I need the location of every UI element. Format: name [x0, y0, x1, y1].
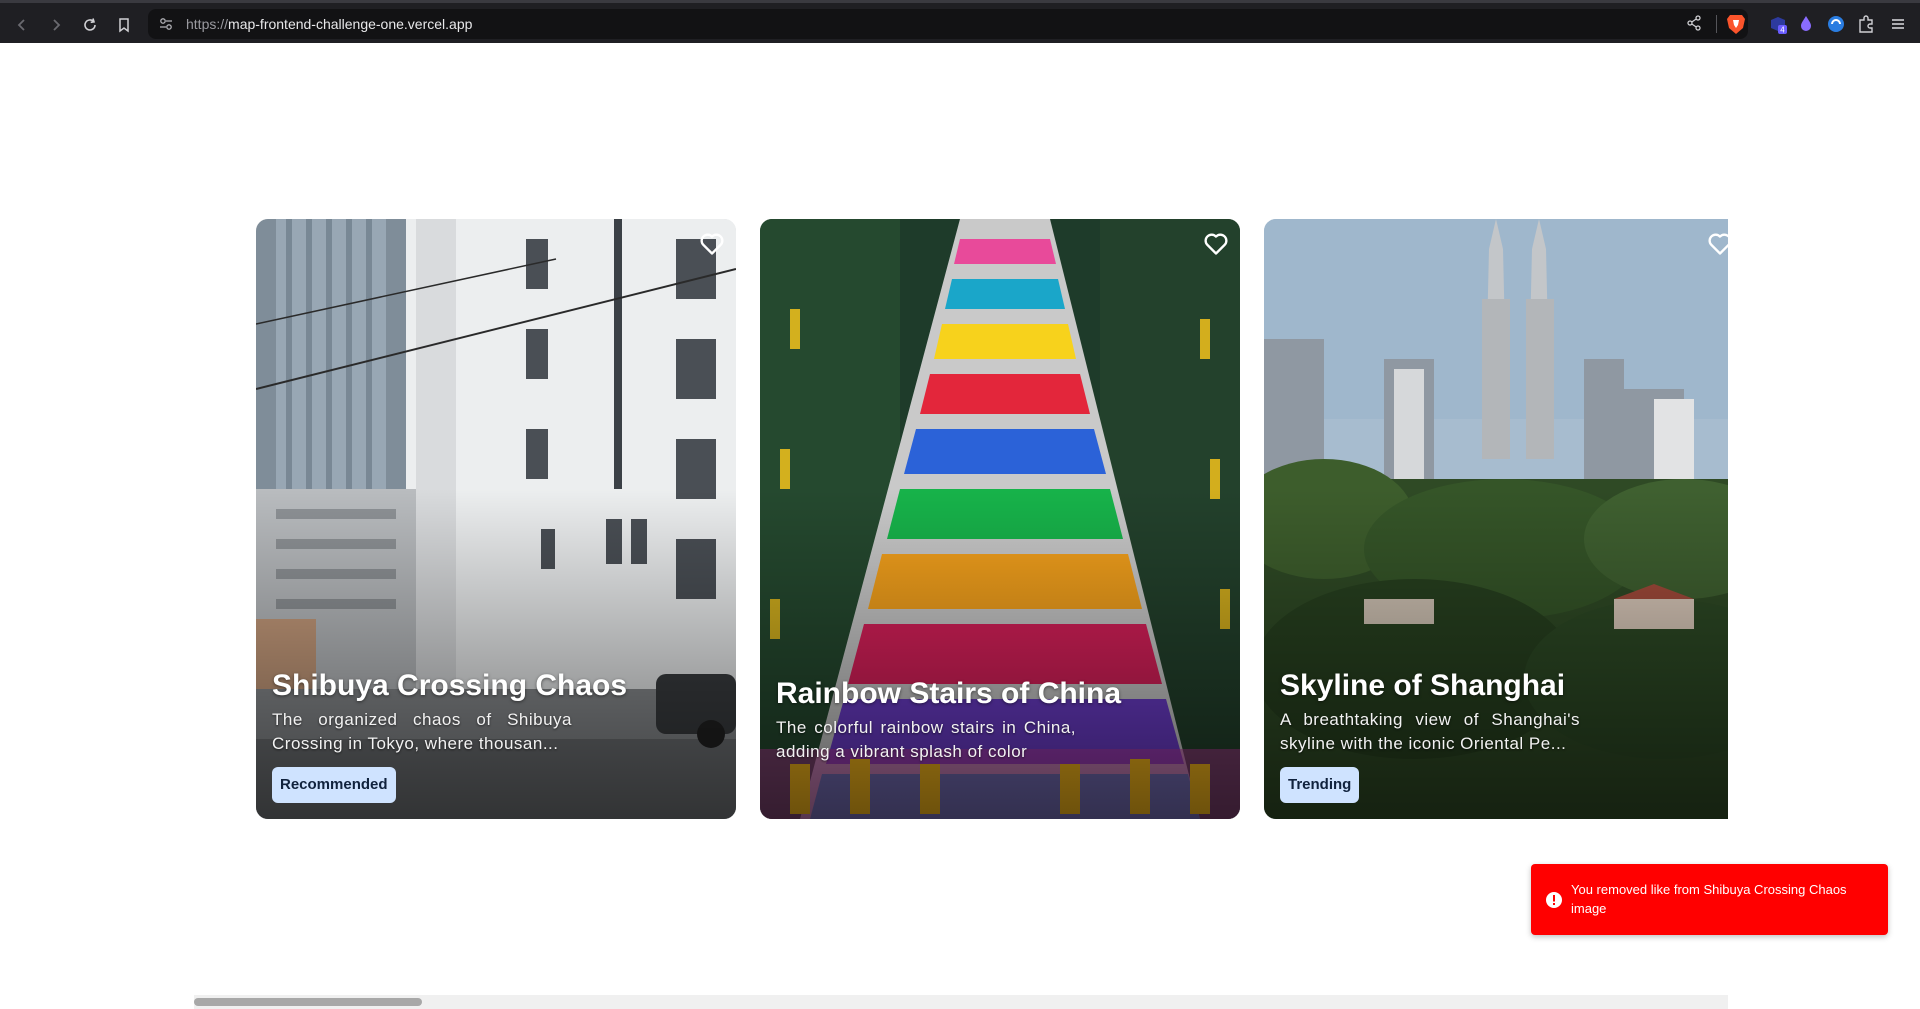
alert-icon: [1546, 892, 1562, 908]
bookmark-button[interactable]: [114, 15, 134, 35]
image-carousel[interactable]: Shibuya Crossing Chaos The organized cha…: [256, 219, 1728, 819]
browser-toolbar: https://map-frontend-challenge-one.verce…: [0, 0, 1920, 43]
horizontal-scrollbar[interactable]: [194, 995, 1728, 1009]
image-card[interactable]: Skyline of Shanghai A breathtaking view …: [1264, 219, 1728, 819]
heart-outline-icon[interactable]: [1706, 229, 1728, 257]
toast-message: You removed like from Shibuya Crossing C…: [1571, 882, 1847, 916]
image-card[interactable]: Shibuya Crossing Chaos The organized cha…: [256, 219, 736, 819]
extensions-puzzle-icon[interactable]: [1856, 14, 1876, 34]
image-card[interactable]: Rainbow Stairs of China The colorful rai…: [760, 219, 1240, 819]
card-tag: Recommended: [272, 767, 396, 803]
back-button[interactable]: [12, 15, 32, 35]
card-description: The colorful rainbow stairs in China, ad…: [776, 718, 1076, 761]
reload-button[interactable]: [80, 15, 100, 35]
toolbar-divider: [1716, 15, 1717, 33]
back-arrow-icon: [17, 19, 25, 31]
card-description: A breathtaking view of Shanghai's skylin…: [1280, 710, 1580, 753]
drop-extension-icon[interactable]: [1796, 14, 1816, 34]
brave-shields-icon[interactable]: [1726, 13, 1746, 35]
scrollbar-thumb[interactable]: [194, 998, 422, 1006]
toast-notification[interactable]: You removed like from Shibuya Crossing C…: [1531, 864, 1888, 935]
bookmark-icon: [119, 18, 129, 33]
card-title: Rainbow Stairs of China: [776, 677, 1122, 710]
card-overlay: [760, 489, 1240, 819]
site-settings-icon[interactable]: [158, 16, 174, 32]
sync-extension-icon[interactable]: [1826, 14, 1846, 34]
heart-outline-icon[interactable]: [698, 229, 726, 257]
forward-arrow-icon: [53, 19, 61, 31]
extension-badge: 4: [1780, 26, 1785, 35]
card-title: Skyline of Shanghai: [1280, 669, 1566, 702]
card-description: The organized chaos of Shibuya Crossing …: [272, 710, 572, 753]
share-icon[interactable]: [1686, 15, 1702, 31]
menu-icon[interactable]: [1888, 14, 1908, 34]
address-bar[interactable]: https://map-frontend-challenge-one.verce…: [148, 9, 1748, 39]
url-protocol: https://: [186, 16, 229, 32]
url-text[interactable]: https://map-frontend-challenge-one.verce…: [186, 16, 472, 32]
forward-button[interactable]: [46, 15, 66, 35]
heart-outline-icon[interactable]: [1202, 229, 1230, 257]
card-tag: Trending: [1280, 767, 1360, 803]
card-title: Shibuya Crossing Chaos: [272, 669, 628, 702]
extension-icon[interactable]: 4: [1768, 14, 1788, 34]
url-host: map-frontend-challenge-one.vercel.app: [228, 16, 473, 32]
reload-icon: [84, 18, 96, 31]
